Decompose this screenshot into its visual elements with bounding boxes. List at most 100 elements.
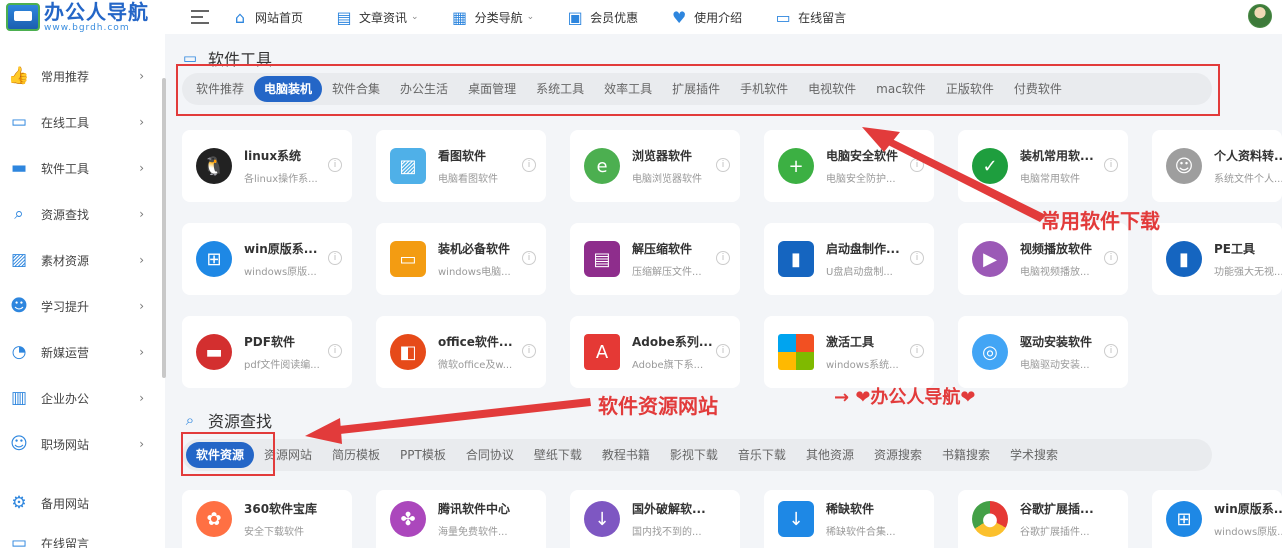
sidebar-item-learning[interactable]: ☻ 学习提升 ›	[0, 283, 160, 329]
nav-member[interactable]: ▣ 会员优惠	[566, 8, 639, 27]
card-resource-1[interactable]: ✤ 腾讯软件中心 海量免费软件...	[376, 490, 546, 548]
info-icon[interactable]: i	[716, 158, 730, 172]
sidebar-scrollbar[interactable]	[162, 78, 166, 378]
thumbs-up-icon: 👍	[8, 66, 30, 86]
document-icon: ▤	[336, 7, 352, 27]
chevron-right-icon: ›	[139, 207, 144, 221]
card-resource-0[interactable]: ✿ 360软件宝库 安全下载软件	[182, 490, 352, 548]
chat-icon: ▭	[10, 533, 28, 548]
check-shield-icon: ✓	[972, 148, 1008, 184]
nav-home[interactable]: ⌂ 网站首页	[231, 8, 303, 27]
info-icon[interactable]: i	[910, 158, 924, 172]
info-icon[interactable]: i	[328, 344, 342, 358]
logo-title: 办公人导航	[44, 0, 149, 24]
users-icon: ☺	[10, 434, 28, 454]
chevron-down-icon: ⌄	[526, 12, 535, 22]
card-software-12[interactable]: ▬ PDF软件 pdf文件阅读编... i	[182, 316, 352, 388]
card-software-3[interactable]: + 电脑安全软件 电脑安全防护... i	[764, 130, 934, 202]
card-software-4[interactable]: ✓ 装机常用软... 电脑常用软件 i	[958, 130, 1128, 202]
toolbox-icon: ▭	[10, 112, 28, 132]
card-software-8[interactable]: ▤ 解压缩软件 压缩解压文件... i	[570, 223, 740, 295]
card-software-1[interactable]: ▨ 看图软件 电脑看图软件 i	[376, 130, 546, 202]
search-icon: ⌕	[14, 204, 24, 224]
info-icon[interactable]: i	[910, 251, 924, 265]
sidebar-item-message[interactable]: ▭ 在线留言	[0, 520, 160, 548]
card-resource-3[interactable]: ↓ 稀缺软件 稀缺软件合集...	[764, 490, 934, 548]
sidebar-item-career[interactable]: ☺ 职场网站 ›	[0, 421, 160, 467]
monitor-colors-icon: ▭	[390, 241, 426, 277]
nav-intro[interactable]: ♥ 使用介绍	[670, 8, 742, 27]
tab-resource-12[interactable]: 学术搜索	[1000, 442, 1068, 468]
tab-resource-3[interactable]: PPT模板	[390, 442, 456, 468]
user-avatar[interactable]	[1248, 4, 1272, 28]
monitor-icon: ▬	[10, 158, 28, 178]
sidebar-item-software[interactable]: ▬ 软件工具 ›	[0, 145, 160, 191]
info-icon[interactable]: i	[522, 251, 536, 265]
info-icon[interactable]: i	[522, 344, 536, 358]
tab-resource-8[interactable]: 音乐下载	[728, 442, 796, 468]
card-software-13[interactable]: ◧ office软件... 微软office及w... i	[376, 316, 546, 388]
tab-resource-2[interactable]: 简历模板	[322, 442, 390, 468]
card-software-11[interactable]: ▮ PE工具 功能强大无视...	[1152, 223, 1282, 295]
info-icon[interactable]: i	[1104, 158, 1118, 172]
pdf-icon: ▬	[196, 334, 232, 370]
card-software-9[interactable]: ▮ 启动盘制作... U盘启动盘制... i	[764, 223, 934, 295]
person-icon: ☺	[1166, 148, 1202, 184]
nav-articles[interactable]: ▤ 文章资讯 ⌄	[335, 7, 418, 27]
tab-resource-6[interactable]: 教程书籍	[592, 442, 660, 468]
flower-icon: ✿	[196, 501, 232, 537]
chrome-icon: ●	[972, 501, 1008, 537]
info-icon[interactable]: i	[716, 344, 730, 358]
info-icon[interactable]: i	[910, 344, 924, 358]
card-resource-4[interactable]: ● 谷歌扩展插... 谷歌扩展插件...	[958, 490, 1128, 548]
logo-subtitle: www.bgrdh.com	[44, 22, 130, 33]
info-icon[interactable]: i	[1104, 344, 1118, 358]
card-resource-5[interactable]: ⊞ win原版系... windows原版...	[1152, 490, 1282, 548]
menu-toggle-icon[interactable]	[191, 10, 209, 24]
windows-icon: ⊞	[196, 241, 232, 277]
sidebar-item-common[interactable]: 👍 常用推荐 ›	[0, 53, 160, 99]
nav-categories[interactable]: ▦ 分类导航 ⌄	[451, 7, 535, 27]
tab-resource-4[interactable]: 合同协议	[456, 442, 524, 468]
card-software-5[interactable]: ☺ 个人资料转... 系统文件个人...	[1152, 130, 1282, 202]
archive-icon: ▤	[584, 241, 620, 277]
annotation-common-download: 常用软件下载	[1040, 209, 1160, 233]
card-software-14[interactable]: A Adobe系列... Adobe旗下系... i	[570, 316, 740, 388]
chevron-right-icon: ›	[139, 391, 144, 405]
penguin-icon: 🐧	[196, 148, 232, 184]
info-icon[interactable]: i	[1104, 251, 1118, 265]
info-icon[interactable]: i	[522, 158, 536, 172]
tab-resource-11[interactable]: 书籍搜索	[932, 442, 1000, 468]
tab-resource-5[interactable]: 壁纸下载	[524, 442, 592, 468]
windows-color-icon	[778, 334, 814, 370]
gear-icon: ⚙	[11, 493, 27, 513]
card-software-7[interactable]: ▭ 装机必备软件 windows电脑... i	[376, 223, 546, 295]
top-header: 办公人导航 www.bgrdh.com ⌂ 网站首页 ▤ 文章资讯 ⌄ ▦ 分类导航 ⌄ …	[0, 0, 1282, 34]
nav-message[interactable]: ▭ 在线留言	[774, 7, 847, 27]
sidebar-item-resources[interactable]: ⌕ 资源查找 ›	[0, 191, 160, 237]
info-icon[interactable]: i	[716, 251, 730, 265]
card-software-0[interactable]: 🐧 linux系统 各linux操作系... i	[182, 130, 352, 202]
card-software-2[interactable]: e 浏览器软件 电脑浏览器软件 i	[570, 130, 740, 202]
card-resource-2[interactable]: ↓ 国外破解软... 国内找不到的...	[570, 490, 740, 548]
tab-resource-7[interactable]: 影视下载	[660, 442, 728, 468]
sidebar-item-media[interactable]: ◔ 新媒运营 ›	[0, 329, 160, 375]
card-software-16[interactable]: ◎ 驱动安装软件 电脑驱动安装... i	[958, 316, 1128, 388]
tab-resource-9[interactable]: 其他资源	[796, 442, 864, 468]
tab-resource-10[interactable]: 资源搜索	[864, 442, 932, 468]
chat-icon: ▭	[775, 7, 791, 27]
adobe-icon: A	[584, 334, 620, 370]
site-logo[interactable]: 办公人导航 www.bgrdh.com	[0, 2, 165, 33]
office-icon: ◧	[390, 334, 426, 370]
sidebar-item-online-tools[interactable]: ▭ 在线工具 ›	[0, 99, 160, 145]
sidebar-item-materials[interactable]: ▨ 素材资源 ›	[0, 237, 160, 283]
grid-icon: ▦	[452, 7, 468, 27]
info-icon[interactable]: i	[328, 251, 342, 265]
sidebar-item-office[interactable]: ▥ 企业办公 ›	[0, 375, 160, 421]
browser-icon: e	[584, 148, 620, 184]
chevron-right-icon: ›	[139, 115, 144, 129]
pinwheel-icon: ✤	[390, 501, 426, 537]
info-icon[interactable]: i	[328, 158, 342, 172]
card-software-15[interactable]: 激活工具 windows系统... i	[764, 316, 934, 388]
card-software-6[interactable]: ⊞ win原版系... windows原版... i	[182, 223, 352, 295]
